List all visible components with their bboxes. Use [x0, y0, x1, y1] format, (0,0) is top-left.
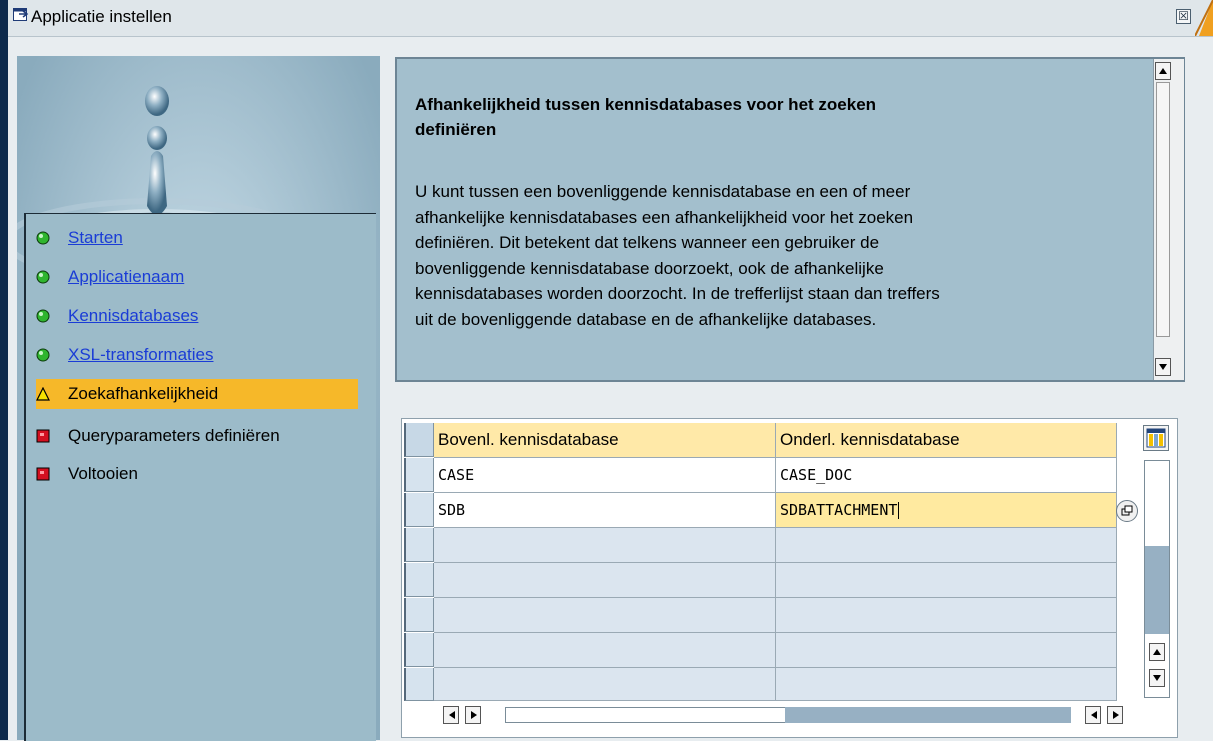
nav-step-label[interactable]: Starten	[68, 223, 123, 253]
scroll-left-icon[interactable]	[1085, 706, 1101, 724]
cell-bovenl[interactable]	[434, 528, 776, 563]
help-heading: Afhankelijkheid tussen kennisdatabases v…	[415, 92, 1135, 142]
row-selector[interactable]	[404, 528, 434, 562]
value-help-icon[interactable]	[1116, 500, 1138, 522]
cell-onderl[interactable]	[776, 563, 1117, 598]
column-header-onderl[interactable]: Onderl. kennisdatabase	[776, 423, 1117, 458]
status-red-icon	[36, 467, 50, 481]
title-bar: Applicatie instellen ☒	[0, 0, 1213, 740]
cell-onderl[interactable]	[776, 633, 1117, 668]
table-row	[404, 633, 1117, 668]
table-header-row: Bovenl. kennisdatabase Onderl. kennisdat…	[404, 423, 1117, 458]
status-warning-icon	[36, 387, 50, 401]
nav-step-applicatienaam[interactable]: Applicatienaam	[36, 262, 358, 292]
table-layout-icon[interactable]	[1143, 425, 1169, 451]
nav-step-voltooien[interactable]: Voltooien	[36, 459, 358, 489]
close-icon[interactable]: ☒	[1176, 9, 1191, 24]
help-body-line: bovenliggende kennisdatabase doorzoekt, …	[415, 258, 884, 278]
help-body: U kunt tussen een bovenliggende kennisda…	[415, 179, 1135, 333]
scroll-thumb[interactable]	[1156, 82, 1170, 337]
help-body-line: uit de bovenliggende database en de afha…	[415, 309, 877, 329]
scroll-down-icon[interactable]	[1155, 358, 1171, 376]
cell-value: SDBATTACHMENT	[780, 501, 898, 519]
table-row: SDB SDBATTACHMENT	[404, 493, 1117, 528]
scroll-up-icon[interactable]	[1149, 643, 1165, 661]
cell-onderl[interactable]	[776, 528, 1117, 563]
table-row: CASE CASE_DOC	[404, 458, 1117, 493]
nav-step-label[interactable]: Queryparameters definiëren	[68, 421, 280, 451]
title-bar-corner	[1195, 0, 1213, 36]
table-row	[404, 668, 1117, 701]
nav-step-label[interactable]: XSL-transformaties	[68, 340, 214, 370]
select-all-cell[interactable]	[404, 423, 434, 457]
status-green-icon	[36, 270, 50, 284]
cell-bovenl[interactable]: CASE	[434, 458, 776, 493]
table-row	[404, 528, 1117, 563]
nav-step-zoekafhankelijkheid[interactable]: Zoekafhankelijkheid	[36, 379, 358, 409]
scroll-right-icon[interactable]	[1107, 706, 1123, 724]
status-green-icon	[36, 231, 50, 245]
help-body-line: U kunt tussen een bovenliggende kennisda…	[415, 182, 911, 201]
cell-onderl-active[interactable]: SDBATTACHMENT	[776, 493, 1117, 528]
nav-step-xsl-transformaties[interactable]: XSL-transformaties	[36, 340, 358, 370]
row-selector[interactable]	[404, 458, 434, 492]
cell-onderl[interactable]	[776, 598, 1117, 633]
window-title: Applicatie instellen	[31, 7, 172, 26]
nav-step-starten[interactable]: Starten	[36, 223, 358, 253]
row-selector[interactable]	[404, 493, 434, 527]
cell-onderl[interactable]	[776, 668, 1117, 701]
nav-step-label[interactable]: Zoekafhankelijkheid	[68, 379, 218, 409]
row-selector[interactable]	[404, 563, 434, 597]
help-heading-line: Afhankelijkheid tussen kennisdatabases v…	[415, 95, 877, 114]
nav-step-queryparameters[interactable]: Queryparameters definiëren	[36, 421, 358, 451]
help-body-line: kennisdatabases worden doorzocht. In de …	[415, 284, 940, 304]
row-selector[interactable]	[404, 633, 434, 667]
status-green-icon	[36, 309, 50, 323]
nav-step-label[interactable]: Applicatienaam	[68, 262, 184, 292]
status-red-icon	[36, 429, 50, 443]
help-text-panel: Afhankelijkheid tussen kennisdatabases v…	[395, 57, 1185, 382]
scroll-down-icon[interactable]	[1149, 669, 1165, 687]
cell-bovenl[interactable]	[434, 633, 776, 668]
table-row	[404, 563, 1117, 598]
cell-bovenl[interactable]	[434, 563, 776, 598]
window-left-border	[0, 0, 8, 740]
help-body-line: afhankelijke kennisdatabases een afhanke…	[415, 207, 914, 227]
cell-bovenl[interactable]	[434, 598, 776, 633]
horizontal-scroll-thumb[interactable]	[785, 707, 1071, 723]
scroll-left-icon[interactable]	[443, 706, 459, 724]
cell-onderl[interactable]: CASE_DOC	[776, 458, 1117, 493]
cell-bovenl[interactable]	[434, 668, 776, 701]
status-green-icon	[36, 348, 50, 362]
table-scroll-thumb[interactable]	[1145, 546, 1169, 634]
text-cursor	[898, 502, 900, 519]
row-selector[interactable]	[404, 598, 434, 632]
scroll-right-icon[interactable]	[465, 706, 481, 724]
nav-step-label[interactable]: Kennisdatabases	[68, 301, 198, 331]
nav-step-label[interactable]: Voltooien	[68, 459, 138, 489]
help-body-line: definiëren. Dit betekent dat telkens wan…	[415, 233, 880, 253]
cell-bovenl[interactable]: SDB	[434, 493, 776, 528]
window-settings-icon	[13, 8, 29, 21]
nav-step-kennisdatabases[interactable]: Kennisdatabases	[36, 301, 358, 331]
column-header-bovenl[interactable]: Bovenl. kennisdatabase	[434, 423, 776, 458]
table-row	[404, 598, 1117, 633]
row-selector[interactable]	[404, 668, 434, 701]
scroll-up-icon[interactable]	[1155, 62, 1171, 80]
help-heading-line: definiëren	[415, 120, 497, 139]
